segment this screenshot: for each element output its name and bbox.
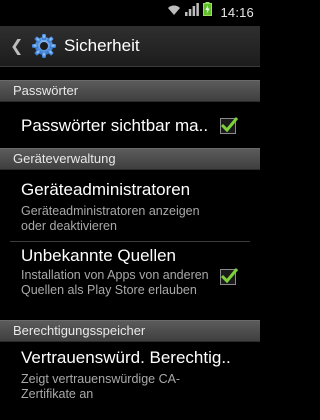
check-icon (220, 268, 239, 284)
action-bar: ❮ Sicherheit (0, 26, 260, 67)
status-bar: 14:16 (0, 0, 260, 26)
check-icon (220, 117, 239, 133)
signal-icon (185, 3, 199, 21)
page-title: Sicherheit (64, 36, 140, 55)
setting-unknown-sources[interactable]: Unbekannte Quellen Installation von Apps… (0, 242, 260, 316)
section-header-device-admin: Geräteverwaltung (0, 148, 260, 170)
unknown-sources-checkbox[interactable] (220, 268, 239, 285)
settings-gear-icon[interactable] (31, 33, 57, 59)
battery-charging-icon (203, 2, 212, 21)
setting-title: Passwörter sichtbar ma.. (21, 116, 209, 135)
section-header-passwords: Passwörter (0, 80, 260, 102)
wifi-icon (167, 3, 181, 21)
setting-summary: Geräteadministratoren anzeigen oder deak… (21, 204, 200, 233)
status-time: 14:16 (220, 5, 254, 20)
setting-device-administrators[interactable]: Geräteadministratoren Geräteadministrato… (0, 170, 260, 240)
setting-title: Unbekannte Quellen (21, 246, 177, 265)
setting-summary: Installation von Apps von anderen Quelle… (21, 268, 209, 297)
setting-trusted-credentials[interactable]: Vertrauenswürd. Berechtig.. Zeigt vertra… (0, 342, 260, 414)
show-passwords-checkbox[interactable] (220, 117, 239, 134)
setting-show-passwords[interactable]: Passwörter sichtbar ma.. (0, 102, 260, 144)
chevron-left-icon[interactable]: ❮ (10, 36, 23, 56)
section-header-credential-storage: Berechtigungsspeicher (0, 320, 260, 342)
setting-summary: Zeigt vertrauenswürdige CA-Zertifikate a… (21, 372, 181, 401)
setting-title: Vertrauenswürd. Berechtig.. (21, 348, 231, 367)
setting-title: Geräteadministratoren (21, 180, 191, 199)
